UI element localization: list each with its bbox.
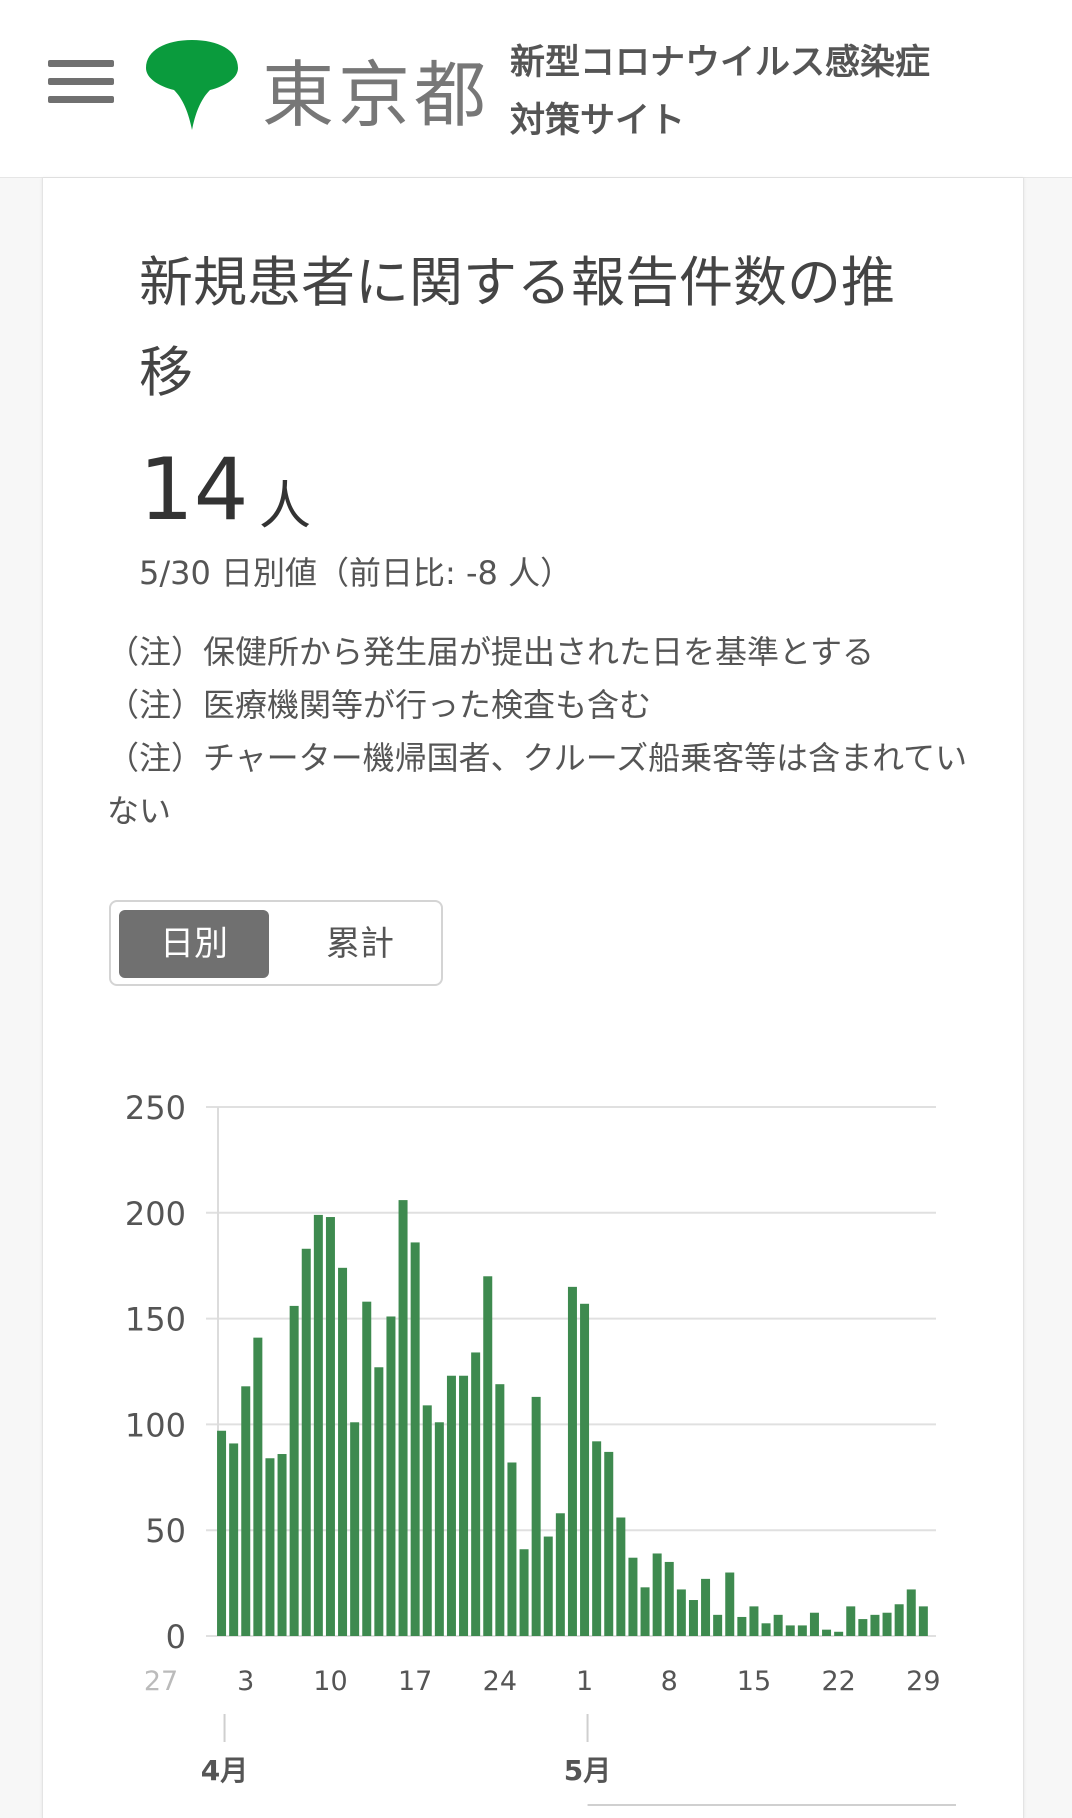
y-tick-label: 50: [145, 1512, 186, 1550]
x-tick-label: 1: [576, 1666, 593, 1697]
y-tick-label: 200: [125, 1195, 186, 1233]
bar: [737, 1616, 747, 1636]
bar: [325, 1217, 335, 1636]
bar: [386, 1316, 396, 1636]
bar: [531, 1396, 541, 1636]
bar: [822, 1629, 832, 1636]
x-tick-label: 8: [661, 1666, 678, 1697]
bar: [519, 1549, 529, 1636]
bar: [362, 1301, 372, 1636]
bar: [652, 1553, 662, 1636]
bar: [918, 1606, 928, 1636]
bar: [350, 1422, 360, 1636]
bar: [313, 1214, 323, 1636]
bar: [374, 1367, 384, 1636]
bar: [688, 1600, 698, 1636]
x-tick-label: 24: [483, 1666, 517, 1697]
bar: [543, 1536, 553, 1636]
bar: [749, 1606, 759, 1636]
bar: [870, 1614, 880, 1636]
bar: [253, 1337, 263, 1636]
bar: [495, 1384, 505, 1636]
bar: [567, 1286, 577, 1636]
bar: [604, 1451, 614, 1636]
bar: [265, 1458, 275, 1636]
month-label: 5月: [564, 1754, 611, 1787]
bar: [797, 1625, 807, 1636]
y-tick-label: 100: [125, 1406, 186, 1444]
bar: [338, 1267, 348, 1636]
bar: [894, 1604, 904, 1636]
bar: [906, 1589, 916, 1636]
bar: [422, 1405, 432, 1636]
bar: [410, 1242, 420, 1636]
bar: [241, 1386, 251, 1636]
bar: [483, 1276, 493, 1636]
bar: [217, 1430, 227, 1636]
bar: [398, 1200, 408, 1636]
bar: [882, 1612, 892, 1636]
bar: [785, 1625, 795, 1636]
bar: [628, 1557, 638, 1636]
x-tick-label: 3: [237, 1666, 254, 1697]
y-tick-label: 250: [125, 1089, 186, 1127]
bar: [289, 1305, 299, 1636]
y-tick-label: 0: [166, 1618, 186, 1656]
x-tick-label: 29: [906, 1666, 940, 1697]
bar: [471, 1352, 481, 1636]
x-tick-label: 15: [737, 1666, 771, 1697]
month-label: 4月: [201, 1754, 248, 1787]
bar: [229, 1443, 239, 1636]
bar: [809, 1612, 819, 1636]
x-tick-label: 17: [398, 1666, 432, 1697]
bar: [434, 1422, 444, 1636]
bar: [459, 1375, 469, 1636]
x-tick-label: 10: [313, 1666, 347, 1697]
x-tick-label: 27: [144, 1666, 178, 1697]
bar: [507, 1462, 517, 1636]
bar: [664, 1561, 674, 1636]
y-tick-label: 150: [125, 1301, 186, 1339]
bar: [277, 1454, 287, 1636]
bar: [616, 1517, 626, 1636]
bar: [834, 1631, 844, 1636]
x-tick-label: 22: [821, 1666, 855, 1697]
bar: [580, 1303, 590, 1636]
bar: [858, 1619, 868, 1636]
bar: [640, 1587, 650, 1636]
bar: [713, 1614, 723, 1636]
bar: [725, 1572, 735, 1636]
bar: [446, 1375, 456, 1636]
bar: [761, 1623, 771, 1636]
bar: [701, 1578, 711, 1636]
bar: [773, 1614, 783, 1636]
daily-cases-bar-chart: 0 50 100 150 200 250 27 3 10 17 24 1 8 15 22 29 4月 5月: [125, 1089, 956, 1806]
bar: [301, 1248, 311, 1636]
bar: [676, 1589, 686, 1636]
bar: [846, 1606, 856, 1636]
bar: [592, 1441, 602, 1636]
bar: [555, 1513, 565, 1636]
